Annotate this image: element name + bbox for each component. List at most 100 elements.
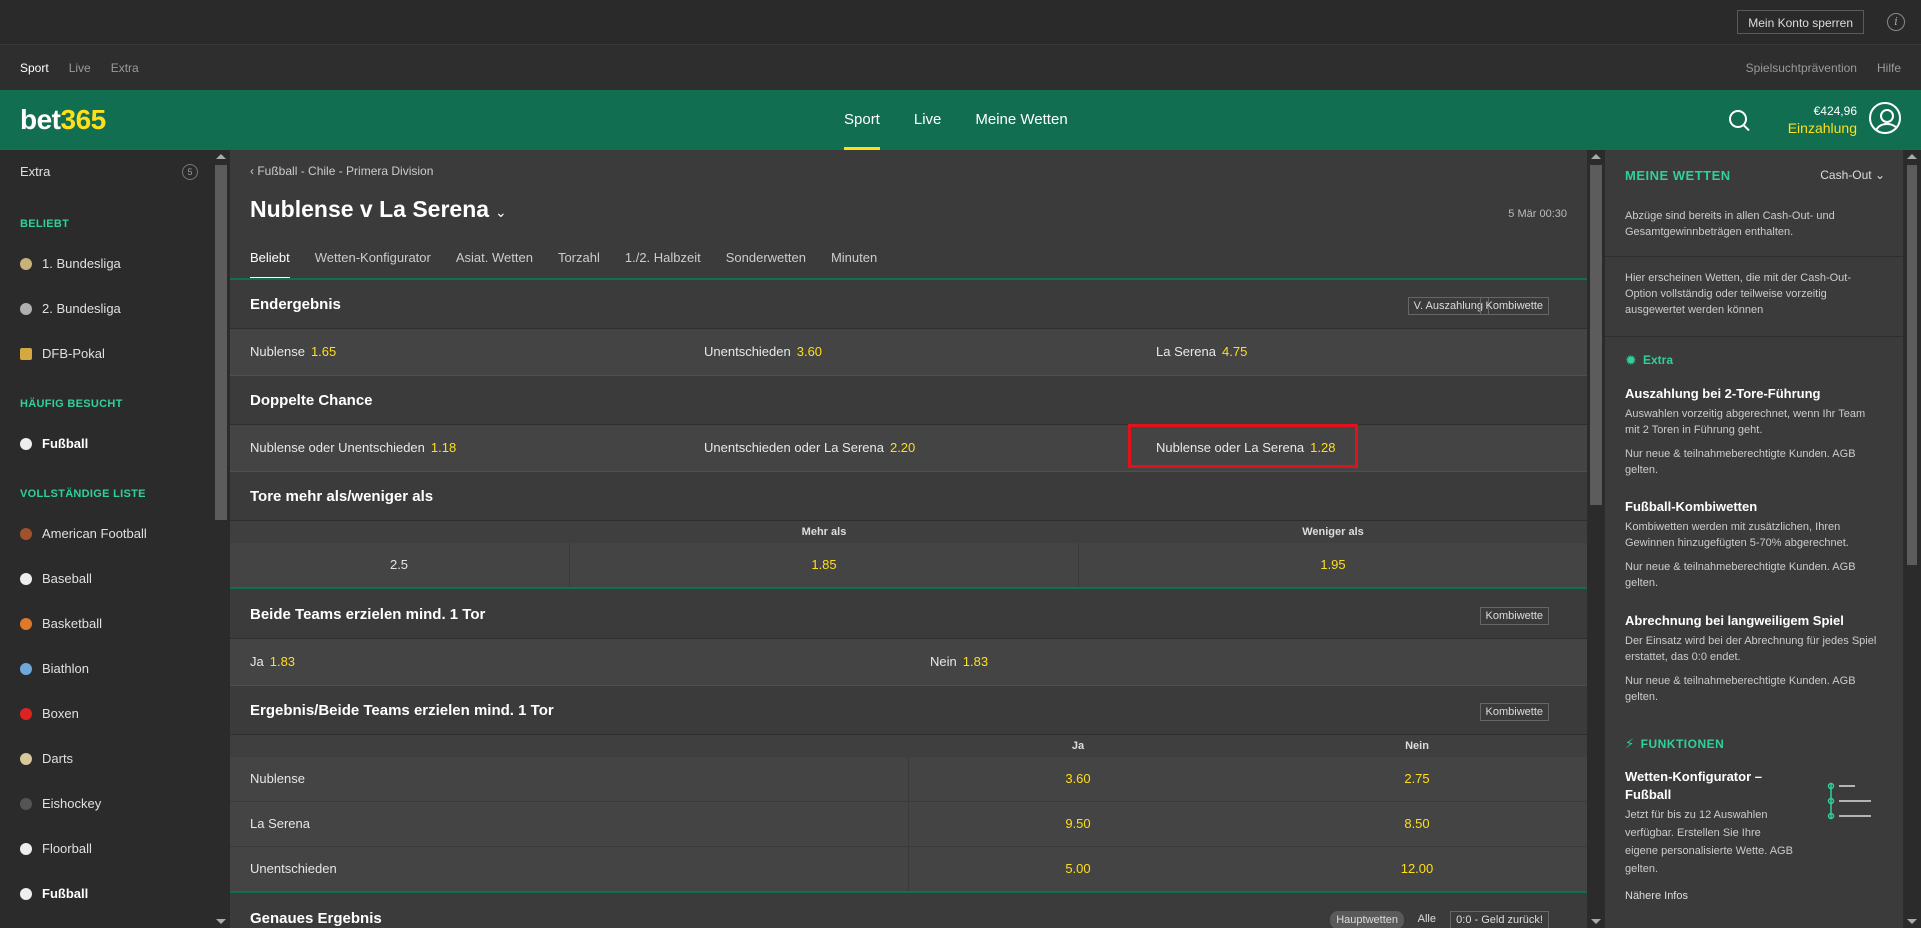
scrollbar-thumb[interactable] (1590, 165, 1602, 505)
odds-yes[interactable]: 5.00 (1065, 861, 1090, 876)
cashout-dropdown[interactable]: Cash-Out ⌄ (1820, 168, 1885, 182)
chevron-down-icon: ⌄ (1874, 168, 1885, 182)
promo-title[interactable]: Fußball-Kombiwetten (1625, 499, 1757, 514)
event-title[interactable]: Nublense v La Serena ⌄ (250, 196, 507, 223)
odds-over[interactable]: 1.85 (811, 557, 836, 572)
odds-yes[interactable]: 9.50 (1065, 816, 1090, 831)
lock-account-button[interactable]: Mein Konto sperren (1737, 10, 1864, 34)
tab-specials[interactable]: Sonderwetten (726, 250, 806, 280)
bet365-logo[interactable]: bet365 (20, 104, 106, 136)
odds-no[interactable]: 2.75 (1404, 771, 1429, 786)
bet-builder-text: Jetzt für bis zu 12 Auswahlen verfügbar.… (1625, 809, 1793, 875)
main-bets-toggle[interactable]: Hauptwetten (1330, 911, 1404, 928)
odds-under[interactable]: 1.95 (1320, 557, 1345, 572)
sidebar-item-boxing[interactable]: Boxen (20, 706, 79, 721)
search-icon[interactable] (1729, 110, 1747, 128)
promo-terms: Nur neue & teilnahmeberechtigte Kunden. … (1625, 561, 1856, 589)
scrollbar-thumb[interactable] (215, 165, 227, 520)
sidebar-item-basketball[interactable]: Basketball (20, 616, 102, 631)
subnav-live[interactable]: Live (69, 61, 91, 75)
market-title: Ergebnis/Beide Teams erzielen mind. 1 To… (250, 702, 554, 719)
selection-highlight-box (1128, 424, 1358, 468)
accumulator-badge[interactable]: Kombiwette (1479, 607, 1549, 625)
promo-title[interactable]: Auszahlung bei 2-Tore-Führung (1625, 386, 1820, 401)
market-header[interactable]: Doppelte Chance (230, 376, 1587, 425)
tab-popular[interactable]: Beliebt (250, 250, 290, 280)
more-info-link[interactable]: Nähere Infos (1625, 888, 1880, 904)
sidebar-item-floorball[interactable]: Floorball (20, 841, 92, 856)
market-header[interactable]: Beide Teams erzielen mind. 1 Tor Kombiwe… (230, 590, 1587, 639)
balance-area[interactable]: €424,96 Einzahlung (1788, 104, 1857, 136)
info-icon[interactable]: i (1887, 13, 1905, 31)
early-payout-badge[interactable]: V. Auszahlung (1407, 297, 1489, 315)
sidebar-item-football[interactable]: Fußball (20, 886, 88, 901)
market-result-both-score: Ergebnis/Beide Teams erzielen mind. 1 To… (230, 686, 1587, 893)
market-full-time-result: Endergebnis V. Auszahlung Kombiwette Nub… (230, 280, 1587, 377)
market-header[interactable]: Ergebnis/Beide Teams erzielen mind. 1 To… (230, 686, 1587, 735)
nav-my-bets[interactable]: Meine Wetten (975, 90, 1067, 150)
odds-draw[interactable]: Unentschieden 3.60 (704, 344, 822, 359)
sidebar-item-extra[interactable]: Extra (20, 164, 50, 179)
odds-no[interactable]: 12.00 (1401, 861, 1434, 876)
sidebar-scrollbar[interactable] (212, 150, 230, 928)
sidebar-item-darts[interactable]: Darts (20, 751, 73, 766)
sidebar-item-label: Floorball (42, 841, 92, 856)
tab-bet-builder[interactable]: Wetten-Konfigurator (315, 250, 431, 280)
odds-label: Nein (930, 654, 957, 669)
user-avatar-icon[interactable] (1869, 102, 1901, 134)
sidebar-item-american-football[interactable]: American Football (20, 526, 147, 541)
event-title-text: Nublense v La Serena (250, 196, 490, 222)
sidebar-item-ice-hockey[interactable]: Eishockey (20, 796, 101, 811)
accumulator-badge[interactable]: Kombiwette (1479, 703, 1549, 721)
odds-yes[interactable]: 3.60 (1065, 771, 1090, 786)
market-title: Genaues Ergebnis (250, 910, 382, 927)
tab-halves[interactable]: 1./2. Halbzeit (625, 250, 701, 280)
sidebar-item-label: Darts (42, 751, 74, 766)
sidebar-item-football-frequent[interactable]: Fußball (20, 436, 88, 451)
odds-nublense-or-draw[interactable]: Nublense oder Unentschieden 1.18 (250, 440, 456, 455)
market-header[interactable]: Genaues Ergebnis Hauptwetten Alle 0:0 - … (230, 894, 1587, 928)
nav-live[interactable]: Live (914, 90, 942, 150)
cashout-empty-text: Hier erscheinen Wetten, die mit der Cash… (1625, 272, 1851, 316)
odds-draw-or-la-serena[interactable]: Unentschieden oder La Serena 2.20 (704, 440, 915, 455)
tab-asian[interactable]: Asiat. Wetten (456, 250, 533, 280)
subnav-help[interactable]: Hilfe (1877, 61, 1901, 75)
subnav-sport[interactable]: Sport (20, 61, 49, 75)
odds-la-serena[interactable]: La Serena 4.75 (1156, 344, 1247, 359)
deposit-link[interactable]: Einzahlung (1788, 120, 1857, 136)
money-back-badge[interactable]: 0:0 - Geld zurück! (1450, 911, 1549, 928)
odds-no[interactable]: Nein 1.83 (930, 654, 988, 669)
scrollbar-thumb[interactable] (1907, 165, 1917, 565)
panel-scrollbar[interactable] (1903, 150, 1921, 928)
scroll-down-icon[interactable] (216, 919, 226, 924)
tab-minutes[interactable]: Minuten (831, 250, 877, 280)
odds-yes[interactable]: Ja 1.83 (250, 654, 295, 669)
sidebar-item-bundesliga-2[interactable]: 2. Bundesliga (20, 301, 121, 316)
subnav-gambling-prevention[interactable]: Spielsuchtprävention (1746, 61, 1857, 75)
sidebar-item-biathlon[interactable]: Biathlon (20, 661, 89, 676)
breadcrumb[interactable]: ‹ Fußball - Chile - Primera Division (250, 164, 433, 178)
row-label: Nublense (250, 771, 305, 786)
bet-builder-title[interactable]: Wetten-Konfigurator – Fußball (1625, 768, 1805, 804)
column-headers: Ja Nein (230, 735, 1587, 757)
sidebar-item-bundesliga-1[interactable]: 1. Bundesliga (20, 256, 121, 271)
accumulator-badge[interactable]: Kombiwette (1479, 297, 1549, 315)
center-scrollbar[interactable] (1587, 150, 1605, 928)
market-header[interactable]: Tore mehr als/weniger als (230, 472, 1587, 521)
tab-goals[interactable]: Torzahl (558, 250, 600, 280)
promo-title[interactable]: Abrechnung bei langweiligem Spiel (1625, 613, 1844, 628)
sidebar-item-label: Extra (20, 164, 51, 179)
scroll-down-icon[interactable] (1907, 919, 1917, 924)
nav-sport[interactable]: Sport (844, 90, 880, 150)
all-bets-toggle[interactable]: Alle (1413, 911, 1441, 927)
market-header[interactable]: Endergebnis V. Auszahlung Kombiwette (230, 280, 1587, 329)
sidebar-item-baseball[interactable]: Baseball (20, 571, 92, 586)
sidebar-item-dfb-pokal[interactable]: DFB-Pokal (20, 346, 105, 361)
subnav-extra[interactable]: Extra (111, 61, 139, 75)
scroll-up-icon[interactable] (1907, 154, 1917, 159)
odds-nublense[interactable]: Nublense 1.65 (250, 344, 336, 359)
scroll-up-icon[interactable] (216, 154, 226, 159)
scroll-up-icon[interactable] (1591, 154, 1601, 159)
odds-no[interactable]: 8.50 (1404, 816, 1429, 831)
scroll-down-icon[interactable] (1591, 919, 1601, 924)
